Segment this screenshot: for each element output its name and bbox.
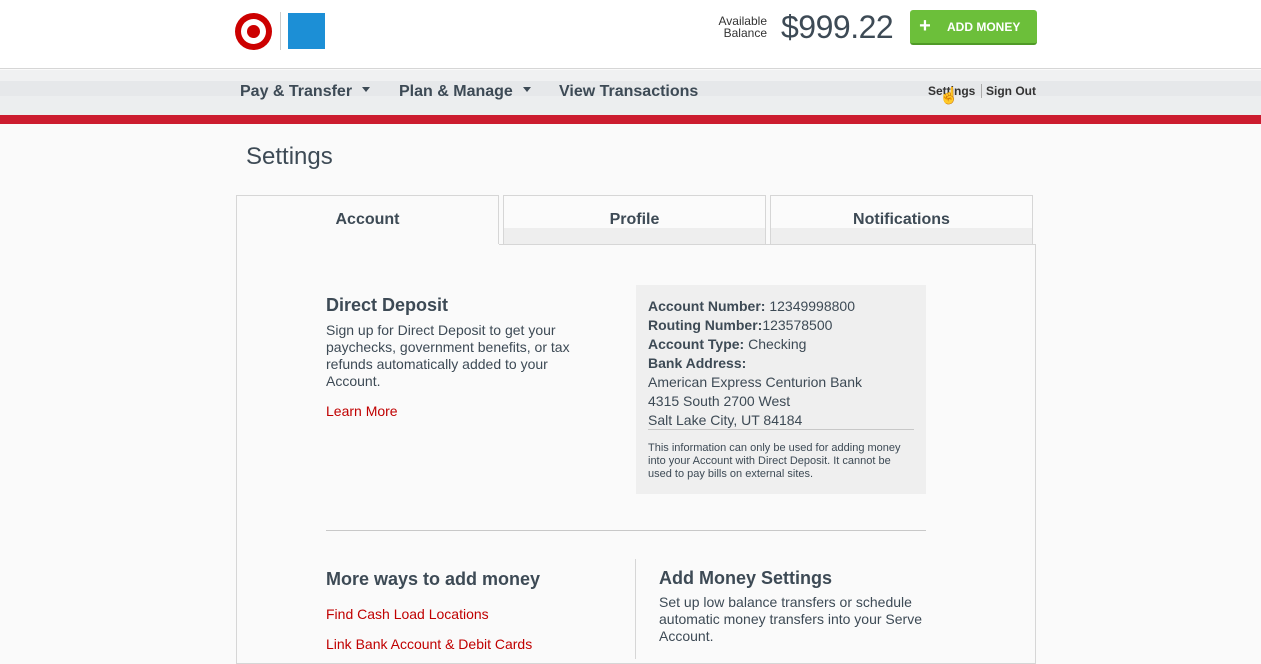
account-info-box: Account Number: 12349998800 Routing Numb… <box>636 285 926 494</box>
tab-profile[interactable]: Profile <box>503 195 766 244</box>
section-divider <box>326 530 926 531</box>
bank-address-line3: Salt Lake City, UT 84184 <box>648 412 803 428</box>
routing-number-row: Routing Number:123578500 <box>648 317 833 333</box>
hand-cursor-icon: ☝ <box>939 88 959 105</box>
more-ways-heading: More ways to add money <box>326 569 541 589</box>
link-bank-account-link[interactable]: Link Bank Account & Debit Cards <box>326 636 532 652</box>
balance-amount: $999.22 <box>781 9 894 45</box>
plus-icon: + <box>919 15 931 37</box>
tab-account[interactable]: Account <box>236 195 499 245</box>
bank-address-line1: American Express Centurion Bank <box>648 374 862 390</box>
add-money-settings-heading: Add Money Settings <box>659 568 833 588</box>
bank-address-label: Bank Address: <box>648 355 747 371</box>
amex-logo[interactable] <box>288 13 325 49</box>
nav-view-transactions[interactable]: View Transactions <box>559 83 698 101</box>
chevron-down-icon <box>362 87 371 93</box>
main-nav: Pay & Transfer Plan & Manage View Transa… <box>0 70 1261 115</box>
add-money-label: ADD MONEY <box>947 19 1021 34</box>
nav-plan-manage[interactable]: Plan & Manage <box>399 83 531 101</box>
direct-deposit-description: Sign up for Direct Deposit to get your p… <box>326 322 570 389</box>
page-title: Settings <box>246 143 333 170</box>
learn-more-link[interactable]: Learn More <box>326 403 398 419</box>
target-logo[interactable] <box>235 13 272 50</box>
logo-divider <box>280 12 281 50</box>
direct-deposit-heading: Direct Deposit <box>326 295 449 315</box>
top-header: Available Balance $999.22 + ADD MONEY <box>0 0 1261 69</box>
panel-border <box>499 244 1036 245</box>
nav-pay-transfer[interactable]: Pay & Transfer <box>240 83 371 101</box>
find-cash-load-link[interactable]: Find Cash Load Locations <box>326 606 489 622</box>
add-money-button[interactable]: + ADD MONEY <box>910 10 1037 45</box>
nav-divider <box>981 84 982 98</box>
account-number-row: Account Number: 12349998800 <box>648 298 855 314</box>
tab-notifications[interactable]: Notifications <box>770 195 1033 244</box>
nav-sign-out-link[interactable]: Sign Out <box>986 84 1036 98</box>
bank-address-line2: 4315 South 2700 West <box>648 393 791 409</box>
add-money-settings-description: Set up low balance transfers or schedule… <box>659 594 923 644</box>
info-divider <box>648 429 914 430</box>
column-divider <box>635 559 636 659</box>
direct-deposit-note: This information can only be used for ad… <box>648 442 901 480</box>
chevron-down-icon <box>522 87 531 93</box>
brand-stripe <box>0 115 1261 124</box>
available-balance-label: Available Balance <box>718 14 767 40</box>
account-type-row: Account Type: Checking <box>648 336 807 352</box>
